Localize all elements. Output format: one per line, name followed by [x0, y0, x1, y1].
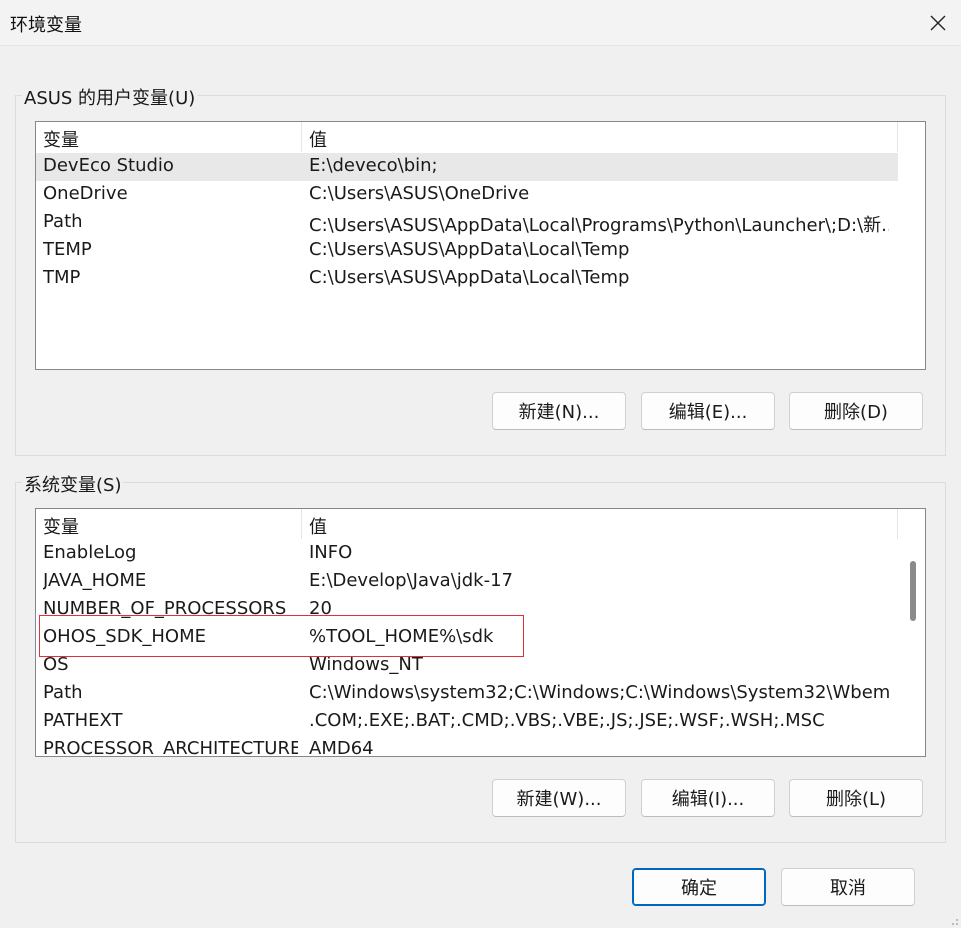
cancel-button[interactable]: 取消: [781, 868, 915, 906]
variable-value: Windows_NT: [309, 654, 423, 675]
ok-button[interactable]: 确定: [632, 868, 766, 906]
header-value[interactable]: 值: [309, 126, 327, 152]
vertical-scrollbar[interactable]: [899, 509, 925, 756]
variable-value: C:\Users\ASUS\AppData\Local\Programs\Pyt…: [309, 215, 889, 236]
table-row[interactable]: PROCESSOR_ARCHITECTURE AMD64: [36, 736, 898, 757]
variable-value: C:\Windows\system32;C:\Windows;C:\Window…: [309, 682, 889, 703]
column-divider[interactable]: [301, 122, 302, 152]
variable-value: C:\Users\ASUS\OneDrive: [309, 183, 530, 204]
column-divider: [897, 122, 898, 152]
table-row[interactable]: TMP C:\Users\ASUS\AppData\Local\Temp: [36, 265, 898, 293]
variable-name: PATHEXT: [43, 710, 123, 731]
variable-name: TEMP: [43, 239, 92, 260]
variable-name: OHOS_SDK_HOME: [43, 626, 206, 647]
user-delete-button[interactable]: 删除(D): [789, 392, 923, 430]
variable-value: E:\Develop\Java\jdk-17: [309, 570, 514, 591]
system-delete-button[interactable]: 删除(L): [789, 779, 923, 817]
variable-value: 20: [309, 598, 332, 619]
table-row[interactable]: Path C:\Windows\system32;C:\Windows;C:\Wi…: [36, 680, 898, 708]
user-edit-button[interactable]: 编辑(E)...: [641, 392, 775, 430]
variable-value: INFO: [309, 542, 353, 563]
variable-name: JAVA_HOME: [43, 570, 147, 591]
variable-value: AMD64: [309, 738, 374, 757]
scrollbar-thumb[interactable]: [910, 561, 916, 621]
variable-name: Path: [43, 211, 83, 232]
variable-value: C:\Users\ASUS\AppData\Local\Temp: [309, 267, 630, 288]
user-variables-label: ASUS 的用户变量(U): [22, 84, 198, 110]
table-row[interactable]: OneDrive C:\Users\ASUS\OneDrive: [36, 181, 898, 209]
variable-name: NUMBER_OF_PROCESSORS: [43, 598, 287, 619]
variable-name: EnableLog: [43, 542, 137, 563]
variable-name: PROCESSOR_ARCHITECTURE: [43, 738, 298, 757]
table-row[interactable]: JAVA_HOME E:\Develop\Java\jdk-17: [36, 568, 898, 596]
system-new-button[interactable]: 新建(W)...: [492, 779, 626, 817]
title-bar: 环境变量: [0, 0, 961, 46]
system-variables-list[interactable]: 变量 值 EnableLog INFO JAVA_HOME E:\Develop\Ja…: [35, 508, 926, 757]
table-row[interactable]: TEMP C:\Users\ASUS\AppData\Local\Temp: [36, 237, 898, 265]
variable-value: E:\deveco\bin;: [309, 155, 438, 176]
variable-value: %TOOL_HOME%\sdk: [309, 626, 494, 647]
column-divider[interactable]: [301, 509, 302, 539]
table-row[interactable]: PATHEXT .COM;.EXE;.BAT;.CMD;.VBS;.VBE;.JS…: [36, 708, 898, 736]
close-icon: [930, 15, 946, 30]
system-variables-label: 系统变量(S): [22, 471, 124, 497]
variable-name: Path: [43, 682, 83, 703]
header-value[interactable]: 值: [309, 513, 327, 539]
list-header: 变量 值: [36, 122, 898, 152]
system-edit-button[interactable]: 编辑(I)...: [641, 779, 775, 817]
column-divider: [897, 509, 898, 539]
table-row[interactable]: EnableLog INFO: [36, 540, 898, 568]
table-row[interactable]: NUMBER_OF_PROCESSORS 20: [36, 596, 898, 624]
table-row[interactable]: OHOS_SDK_HOME %TOOL_HOME%\sdk: [36, 624, 898, 652]
variable-name: OS: [43, 654, 69, 675]
list-header: 变量 值: [36, 509, 898, 539]
table-row[interactable]: OS Windows_NT: [36, 652, 898, 680]
header-variable[interactable]: 变量: [43, 126, 79, 152]
table-row[interactable]: Path C:\Users\ASUS\AppData\Local\Programs…: [36, 209, 898, 237]
window-title: 环境变量: [10, 15, 82, 36]
variable-value: .COM;.EXE;.BAT;.CMD;.VBS;.VBE;.JS;.JSE;.…: [309, 710, 825, 731]
table-row[interactable]: DevEco Studio E:\deveco\bin;: [36, 153, 898, 181]
user-variables-list[interactable]: 变量 值 DevEco Studio E:\deveco\bin; OneDrive…: [35, 121, 926, 370]
resize-grip-icon[interactable]: [949, 916, 959, 926]
header-variable[interactable]: 变量: [43, 513, 79, 539]
variable-name: TMP: [43, 267, 81, 288]
variable-value: C:\Users\ASUS\AppData\Local\Temp: [309, 239, 630, 260]
variable-name: OneDrive: [43, 183, 128, 204]
variable-name: DevEco Studio: [43, 155, 174, 176]
close-button[interactable]: [915, 0, 961, 45]
user-new-button[interactable]: 新建(N)...: [492, 392, 626, 430]
